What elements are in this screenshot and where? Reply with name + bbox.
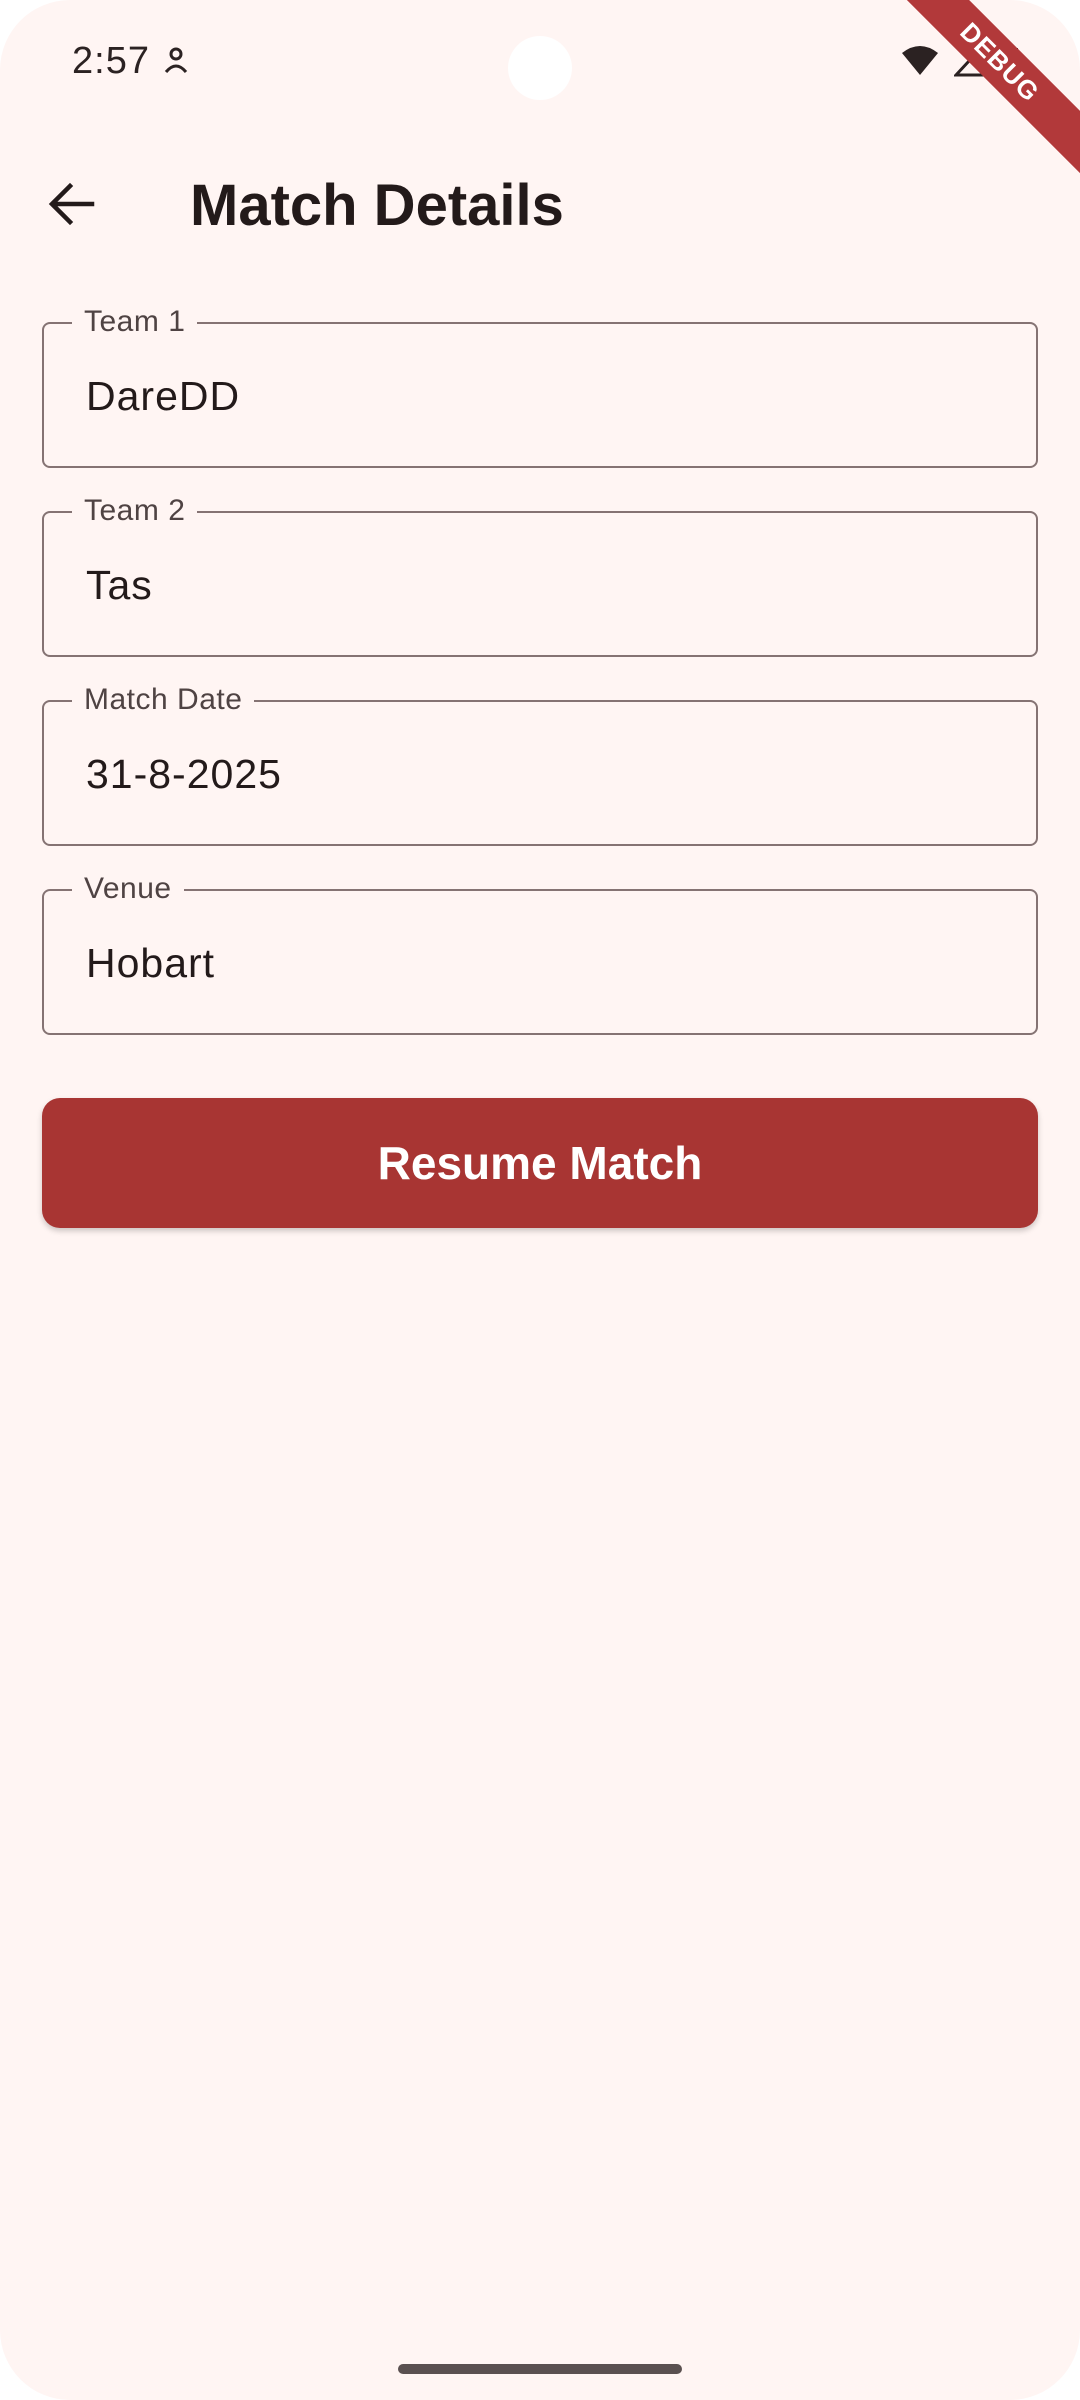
page-title: Match Details [190,173,564,238]
back-button[interactable] [36,170,108,242]
arrow-back-icon [48,180,96,233]
screen: 2:57 DEBUG Match Details Team 1 DareDD T… [0,0,1080,2400]
notification-icon [162,46,190,74]
venue-value[interactable]: Hobart [86,933,215,993]
venue-field[interactable]: Venue Hobart [42,871,1038,1035]
wifi-icon [900,45,940,82]
team1-label: Team 1 [72,304,198,340]
venue-label: Venue [72,871,184,907]
team1-value[interactable]: DareDD [86,366,240,426]
status-time: 2:57 [72,40,150,82]
resume-match-button[interactable]: Resume Match [42,1098,1038,1228]
team2-field[interactable]: Team 2 Tas [42,493,1038,657]
team2-value[interactable]: Tas [86,555,153,615]
status-bar: 2:57 DEBUG [0,0,1080,184]
home-indicator[interactable] [398,2364,682,2374]
team1-field[interactable]: Team 1 DareDD [42,304,1038,468]
team2-label: Team 2 [72,493,198,529]
match-date-value[interactable]: 31-8-2025 [86,744,282,804]
match-date-field[interactable]: Match Date 31-8-2025 [42,682,1038,846]
match-date-label: Match Date [72,682,255,718]
camera-cutout [508,36,572,100]
app-bar: Match Details [0,140,1080,270]
